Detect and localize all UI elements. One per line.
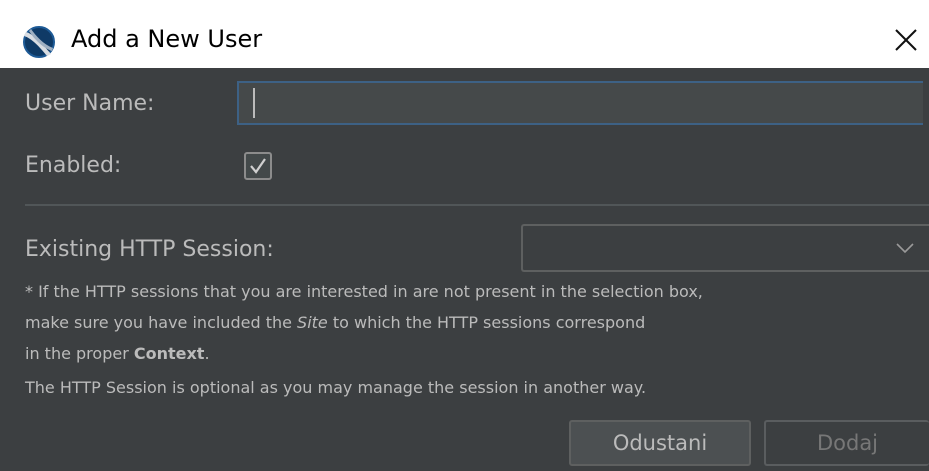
http-session-label: Existing HTTP Session: [25, 237, 274, 262]
help-note-line-3: in the proper Context. [25, 343, 210, 365]
help-note-site-term: Site [297, 313, 328, 332]
http-session-dropdown[interactable] [521, 224, 929, 272]
help-note-line-2: make sure you have included the Site to … [25, 312, 645, 334]
help-note-text: make sure you have included the [25, 313, 298, 332]
help-note-line-1: * If the HTTP sessions that you are inte… [25, 282, 703, 301]
help-note-text: to which the HTTP sessions correspond [327, 313, 646, 332]
username-label: User Name: [25, 91, 155, 116]
help-note-text: . [204, 344, 210, 363]
help-note-line-4: The HTTP Session is optional as you may … [25, 378, 647, 397]
text-caret [253, 88, 255, 118]
add-button[interactable]: Dodaj [764, 420, 929, 466]
zap-logo-icon [23, 26, 55, 58]
dialog-content: User Name: Enabled: Existing HTTP Sessio… [0, 68, 929, 471]
help-note-text: in the proper [25, 344, 134, 363]
window-title: Add a New User [71, 25, 263, 53]
username-input[interactable] [237, 81, 923, 125]
enabled-label: Enabled: [25, 153, 122, 178]
title-bar: Add a New User [0, 0, 929, 68]
separator [25, 204, 929, 206]
checkmark-icon [250, 158, 266, 174]
help-note-context-term: Context [133, 344, 205, 363]
enabled-checkbox[interactable] [244, 152, 272, 180]
chevron-down-icon[interactable] [893, 240, 917, 256]
close-icon[interactable] [884, 18, 928, 62]
cancel-button[interactable]: Odustani [569, 420, 751, 466]
